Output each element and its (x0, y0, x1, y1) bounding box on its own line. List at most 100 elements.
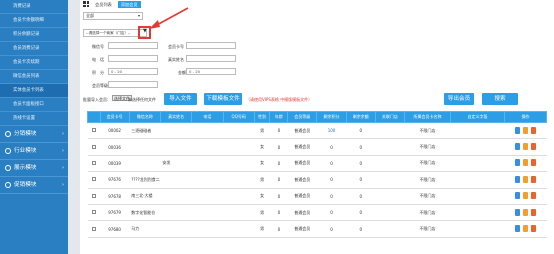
sidebar-gutter (68, 0, 80, 254)
delete-icon[interactable] (531, 126, 537, 134)
import-file-button[interactable]: 导入文件 (164, 93, 197, 105)
column-header: 操作 (504, 111, 547, 123)
export-members-button[interactable]: 导出会员 (444, 93, 474, 105)
real-name-input[interactable] (186, 55, 236, 62)
table-cell: 普通会员 (287, 188, 317, 205)
edit-icon[interactable] (515, 126, 521, 134)
row-checkbox[interactable] (91, 160, 96, 165)
row-checkbox[interactable] (91, 128, 96, 133)
table-cell: 0 (346, 220, 376, 238)
table-cell: 00036 (100, 138, 130, 156)
table-cell: 0 (316, 155, 347, 173)
table-cell: 三逐碰碰者 (129, 122, 161, 140)
tab-member-list[interactable]: 会员列表 (92, 1, 115, 8)
row-checkbox-cell (87, 138, 101, 156)
sidebar-section-label: 分销模块 (14, 130, 37, 137)
table-row: 00002 三逐碰碰者男 0 普通会员 100 0 不限门店 (87, 122, 547, 140)
edit-icon[interactable] (515, 225, 521, 233)
delete-icon[interactable] (531, 143, 537, 151)
view-icon[interactable] (523, 208, 529, 216)
row-checkbox-cell (87, 220, 101, 238)
sidebar-item[interactable]: 会员卡面板接口 (0, 98, 68, 112)
table-cell (191, 122, 224, 140)
sidebar-item[interactable]: 会员卡余额明细 (0, 14, 68, 28)
table-cell (223, 155, 255, 173)
sidebar-section[interactable]: 行业模块 › (0, 143, 68, 160)
table-cell: 97678 (100, 188, 130, 205)
view-icon[interactable] (523, 175, 529, 183)
sidebar-item[interactable]: 热线卡设置 (0, 112, 68, 126)
row-checkbox[interactable] (91, 144, 96, 149)
edit-icon[interactable] (515, 143, 521, 151)
table-cell: 不限门店 (404, 188, 451, 205)
sidebar-item[interactable]: 会员卡次续期 (0, 56, 68, 70)
table-cell (223, 204, 255, 222)
delete-icon[interactable] (531, 192, 537, 200)
balance-range-input[interactable]: 0 - 20 (186, 68, 236, 75)
row-checkbox[interactable] (91, 226, 96, 231)
row-actions (504, 204, 547, 222)
view-icon[interactable] (523, 126, 529, 134)
tab-add-member[interactable]: 添加会员 (117, 0, 141, 8)
table-cell: 男 (254, 122, 270, 140)
delete-icon[interactable] (531, 225, 537, 233)
sidebar-section[interactable]: 展示模块 › (0, 160, 68, 177)
row-checkbox[interactable] (91, 177, 96, 182)
edit-icon[interactable] (515, 208, 521, 216)
row-checkbox-cell (87, 171, 101, 189)
table-cell: 97679 (100, 204, 130, 222)
row-actions (504, 122, 547, 140)
table-row: 00036 女 0 普通会员 0 0 不限门店 (87, 138, 547, 156)
table-cell: 0 (346, 204, 376, 222)
download-template-button[interactable]: 下载模板文件 (204, 93, 242, 105)
column-header: 所属会员卡名称 (404, 111, 451, 123)
module-icon (5, 148, 11, 154)
sidebar-item[interactable]: 积分余额记录 (0, 28, 68, 42)
table-cell: 0 (316, 171, 347, 189)
table-cell (375, 188, 405, 205)
sidebar-section[interactable]: 分销模块 › (0, 126, 68, 143)
edit-icon[interactable] (515, 159, 521, 167)
column-header: 年龄 (269, 111, 289, 123)
main-content: 会员列表 添加会员 全部 ▾ --请选择一个商家（门店）-- ▼ 微信号 会员卡… (80, 0, 554, 254)
view-icon[interactable] (523, 159, 529, 167)
table-cell: 0 (316, 138, 347, 156)
table-cell: 普通会员 (287, 155, 317, 173)
table-cell: 女 (254, 138, 270, 156)
sidebar-item[interactable]: 消费记录 (0, 0, 68, 14)
column-header: 会员卡号 (99, 111, 130, 123)
delete-icon[interactable] (531, 208, 537, 216)
table-cell: 南三北·大楼 (129, 188, 161, 205)
sidebar-section-label: 促销模块 (14, 181, 37, 188)
sidebar-item[interactable]: 会员消费记录 (0, 42, 68, 56)
wechat-input[interactable] (108, 42, 158, 49)
card-no-input[interactable] (186, 42, 236, 49)
delete-icon[interactable] (531, 159, 537, 167)
level-input[interactable] (108, 81, 158, 88)
annotation-arrow-icon (149, 7, 189, 29)
table-cell: 0 (269, 220, 288, 238)
table-cell (375, 220, 405, 238)
sidebar-item[interactable]: 实体会员卡列表 (0, 84, 68, 98)
column-header: 真实姓名 (159, 111, 193, 123)
table-cell: 不限门店 (404, 171, 451, 189)
view-icon[interactable] (523, 225, 529, 233)
sidebar-item[interactable]: 微信会员列表 (0, 70, 68, 84)
edit-icon[interactable] (515, 192, 521, 200)
edit-icon[interactable] (515, 175, 521, 183)
view-icon[interactable] (523, 192, 529, 200)
store-select-value: --请选择一个商家（门店）-- (86, 31, 131, 35)
sidebar-section[interactable]: 促销模块 › (0, 177, 68, 194)
row-checkbox[interactable] (91, 193, 96, 198)
table-cell (223, 188, 255, 205)
chevron-right-icon: › (62, 130, 64, 137)
table-row: 97678 南三北·大楼女 0 普通会员 0 0 不限门店 (87, 188, 547, 205)
row-checkbox[interactable] (91, 210, 96, 215)
points-range-input[interactable]: 0 - 20 (108, 68, 158, 75)
table-cell: 0 (346, 155, 376, 173)
view-icon[interactable] (523, 143, 529, 151)
delete-icon[interactable] (531, 175, 537, 183)
scope-select[interactable]: 全部 ▾ (83, 12, 143, 20)
phone-input[interactable] (108, 55, 158, 62)
search-button[interactable]: 搜索 (482, 93, 518, 105)
